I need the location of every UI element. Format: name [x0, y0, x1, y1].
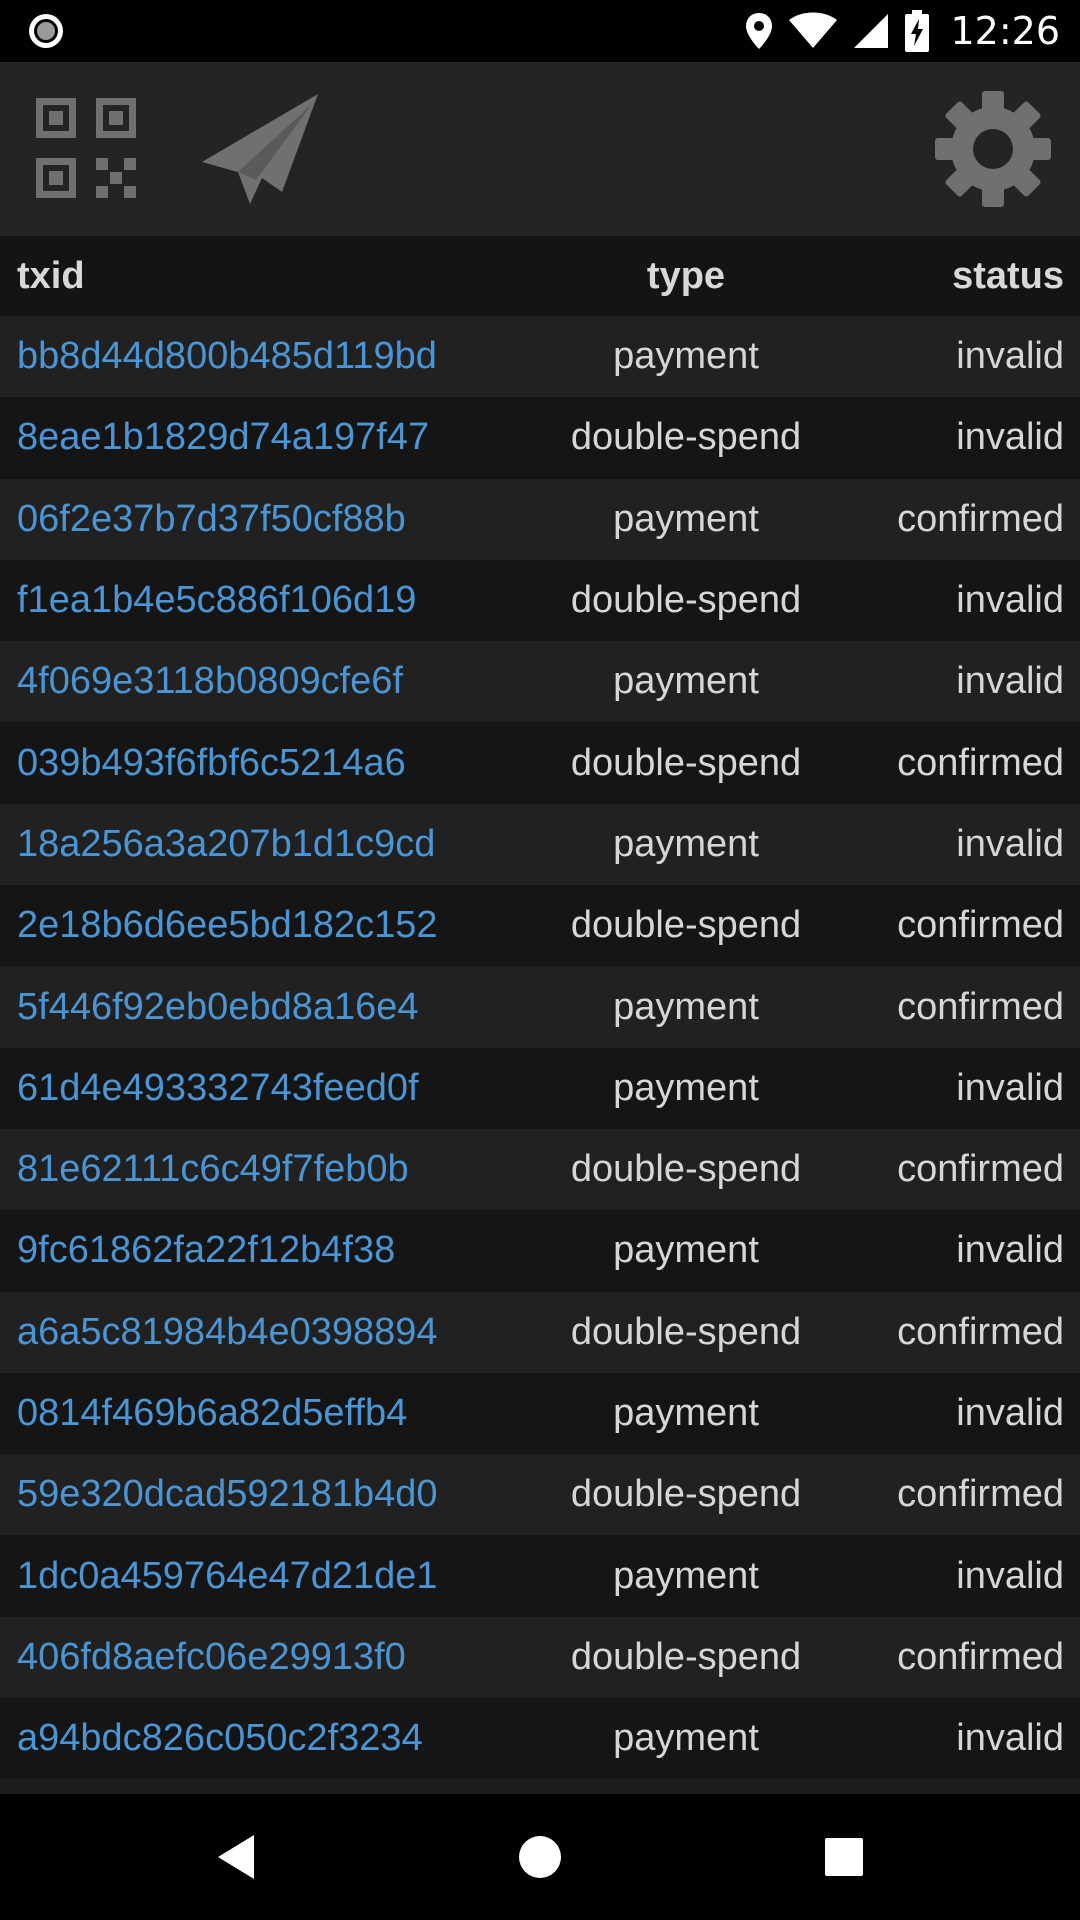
txid-link[interactable]: 406fd8aefc06e29913f0: [17, 1636, 406, 1679]
txid-link[interactable]: 59e320dcad592181b4d0: [17, 1473, 438, 1516]
table-row[interactable]: 18a256a3a207b1d1c9cd payment invalid: [0, 803, 1080, 886]
navigation-bar: [0, 1794, 1080, 1920]
transaction-table: txid type status bb8d44d800b485d119bd pay…: [0, 236, 1080, 1780]
send-icon[interactable]: [200, 92, 320, 204]
txid-link[interactable]: 61d4e493332743feed0f: [17, 1067, 419, 1110]
status-icons: 12:26: [744, 0, 1060, 62]
type-cell: payment: [613, 1066, 759, 1109]
status-cell: confirmed: [897, 1635, 1064, 1678]
status-cell: invalid: [956, 1066, 1064, 1109]
type-cell: double-spend: [570, 1310, 802, 1353]
table-row[interactable]: 5f446f92eb0ebd8a16e4 payment confirmed: [0, 966, 1080, 1048]
status-cell: invalid: [956, 579, 1064, 622]
type-cell: payment: [613, 660, 759, 703]
status-cell: confirmed: [897, 904, 1064, 947]
home-icon[interactable]: [480, 1794, 600, 1920]
status-cell: confirmed: [897, 985, 1064, 1028]
txid-link[interactable]: 4f069e3118b0809cfe6f: [17, 660, 403, 703]
recents-icon[interactable]: [784, 1794, 904, 1920]
type-cell: double-spend: [570, 1473, 802, 1516]
battery-charging-icon: [904, 10, 930, 52]
table-row[interactable]: 9fc61862fa22f12b4f38 payment invalid: [0, 1210, 1080, 1292]
type-cell: payment: [613, 985, 759, 1028]
status-cell: invalid: [956, 660, 1064, 703]
table-row[interactable]: 039b493f6fbf6c5214a6 double-spend confirme…: [0, 722, 1080, 804]
type-cell: payment: [613, 822, 759, 865]
status-cell: invalid: [956, 416, 1064, 459]
type-cell: double-spend: [570, 579, 802, 622]
table-row[interactable]: f1ea1b4e5c886f106d19 double-spend invalid: [0, 559, 1080, 642]
back-icon[interactable]: [176, 1794, 296, 1920]
table-row[interactable]: 06f2e37b7d37f50cf88b payment confirmed: [0, 478, 1080, 560]
txid-link[interactable]: a6a5c81984b4e0398894: [17, 1311, 438, 1354]
txid-link[interactable]: 1dc0a459764e47d21de1: [17, 1555, 438, 1598]
table-row[interactable]: 0814f469b6a82d5effb4 payment invalid: [0, 1372, 1080, 1455]
type-cell: double-spend: [570, 416, 802, 459]
status-cell: confirmed: [897, 741, 1064, 784]
signal-icon: [852, 12, 890, 50]
table-row[interactable]: 81e62111c6c49f7feb0b double-spend confirme…: [0, 1128, 1080, 1211]
table-header: txid type status: [0, 236, 1080, 316]
type-cell: payment: [613, 1392, 759, 1434]
txid-link[interactable]: 81e62111c6c49f7feb0b: [17, 1148, 409, 1191]
type-cell: payment: [613, 1717, 759, 1760]
txid-link[interactable]: 2e18b6d6ee5bd182c152: [17, 904, 438, 947]
status-cell: invalid: [956, 822, 1064, 865]
txid-link[interactable]: f1ea1b4e5c886f106d19: [17, 579, 416, 622]
toolbar: [0, 62, 1080, 236]
settings-gear-icon[interactable]: [934, 90, 1052, 208]
table-row[interactable]: 8eae1b1829d74a197f47 double-spend invalid: [0, 397, 1080, 479]
table-row[interactable]: a6a5c81984b4e0398894 double-spend confirme…: [0, 1291, 1080, 1373]
txid-link[interactable]: 8eae1b1829d74a197f47: [17, 416, 429, 459]
type-cell: double-spend: [570, 1635, 802, 1678]
type-cell: payment: [613, 335, 759, 378]
table-row[interactable]: a94bdc826c050c2f3234 payment invalid: [0, 1698, 1080, 1780]
txid-link[interactable]: bb8d44d800b485d119bd: [17, 335, 437, 378]
status-cell: confirmed: [897, 1473, 1064, 1516]
type-cell: double-spend: [570, 741, 802, 784]
type-cell: double-spend: [570, 904, 802, 947]
type-cell: payment: [613, 1229, 759, 1272]
record-icon: [27, 12, 65, 50]
txid-link[interactable]: 0814f469b6a82d5effb4: [17, 1392, 407, 1435]
type-cell: payment: [613, 1554, 759, 1597]
header-type: type: [646, 254, 726, 297]
table-row[interactable]: 406fd8aefc06e29913f0 double-spend confirme…: [0, 1616, 1080, 1699]
txid-link[interactable]: 06f2e37b7d37f50cf88b: [17, 498, 406, 541]
table-row[interactable]: 61d4e493332743feed0f payment invalid: [0, 1047, 1080, 1129]
txid-link[interactable]: 18a256a3a207b1d1c9cd: [17, 823, 435, 866]
location-icon: [744, 11, 774, 51]
status-cell: confirmed: [897, 1310, 1064, 1353]
status-cell: invalid: [956, 1554, 1064, 1597]
table-row[interactable]: 59e320dcad592181b4d0 double-spend confirme…: [0, 1454, 1080, 1536]
status-cell: invalid: [956, 1392, 1064, 1434]
status-cell: invalid: [956, 335, 1064, 378]
wifi-icon: [788, 12, 838, 50]
txid-link[interactable]: 5f446f92eb0ebd8a16e4: [17, 986, 419, 1029]
table-row[interactable]: 1dc0a459764e47d21de1 payment invalid: [0, 1535, 1080, 1617]
table-body: bb8d44d800b485d119bd payment invalid 8eae1b…: [0, 316, 1080, 1780]
table-row[interactable]: 2e18b6d6ee5bd182c152 double-spend confirme…: [0, 885, 1080, 967]
qr-code-icon[interactable]: [36, 98, 136, 198]
txid-link[interactable]: a94bdc826c050c2f3234: [17, 1717, 423, 1760]
clock: 12:26: [950, 9, 1060, 53]
status-cell: confirmed: [897, 1148, 1064, 1191]
status-cell: invalid: [956, 1229, 1064, 1272]
header-txid: txid: [17, 254, 85, 297]
status-bar: 12:26: [0, 0, 1080, 62]
table-row[interactable]: 4f069e3118b0809cfe6f payment invalid: [0, 641, 1080, 723]
header-status: status: [952, 254, 1064, 297]
status-cell: confirmed: [897, 497, 1064, 540]
type-cell: payment: [613, 497, 759, 540]
type-cell: double-spend: [570, 1148, 802, 1191]
app-screen: 12:26 txid type status bb8d44d800b485d11…: [0, 0, 1080, 1920]
status-cell: invalid: [956, 1717, 1064, 1760]
table-row[interactable]: bb8d44d800b485d119bd payment invalid: [0, 316, 1080, 398]
txid-link[interactable]: 9fc61862fa22f12b4f38: [17, 1229, 395, 1272]
txid-link[interactable]: 039b493f6fbf6c5214a6: [17, 742, 406, 785]
